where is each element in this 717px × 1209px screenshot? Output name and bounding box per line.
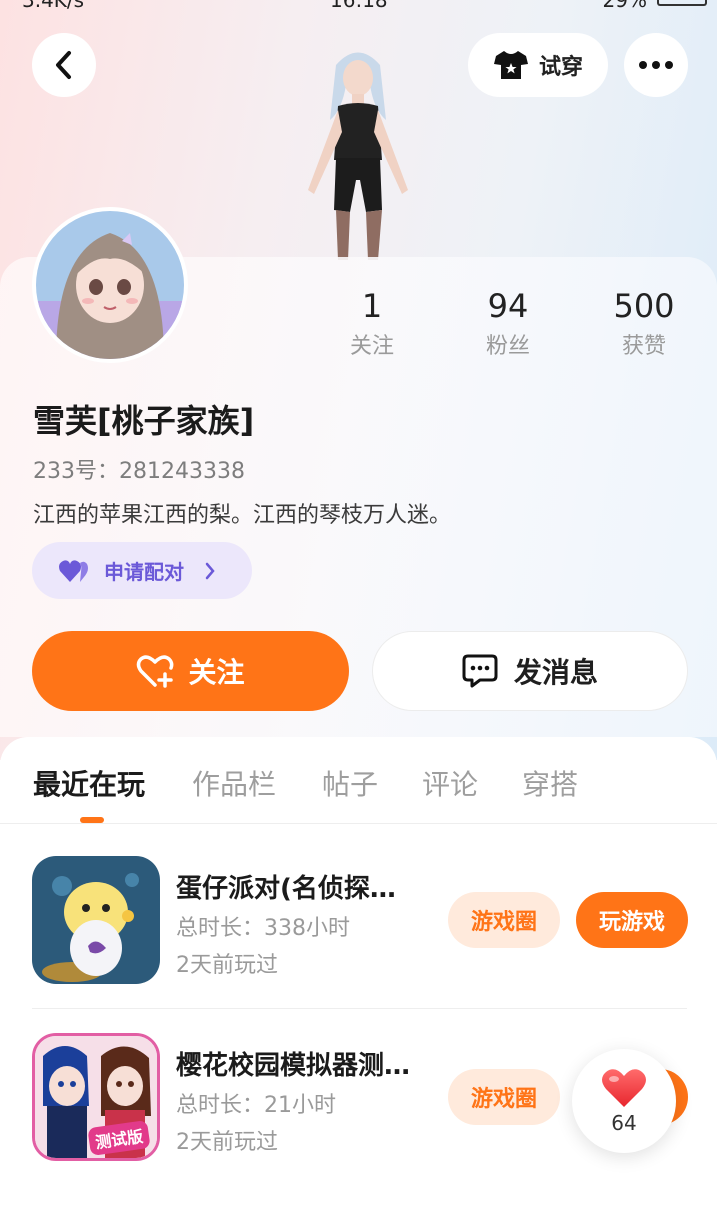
try-on-button[interactable]: 试穿 [468,33,608,97]
username: 雪芙[桃子家族] [33,402,255,440]
list-item[interactable]: 蛋仔派对(名侦探… 总时长：338小时 2天前玩过 游戏圈 玩游戏 [0,856,717,1032]
stat-value: 94 [487,287,529,325]
game-last-played: 2天前玩过 [176,1130,278,1155]
stat-label: 关注 [349,334,394,359]
game-last-played: 2天前玩过 [176,953,278,978]
stat-label: 获赞 [621,334,666,359]
tab-bar: 最近在玩 作品栏 帖子 评论 穿搭 [0,737,717,824]
avatar-image [36,211,184,359]
divider [32,1008,687,1009]
eggy-party-art [32,856,160,984]
status-bar: 3.4K/s 16:18 29% [0,0,717,14]
dressup-avatar-figure[interactable] [278,40,438,260]
more-button[interactable] [624,33,688,97]
follow-label: 关注 [188,656,245,689]
avatar[interactable] [32,207,188,363]
clock: 16:18 [330,0,388,12]
tab-posts[interactable]: 帖子 [322,763,378,803]
like-count: 64 [611,1111,637,1135]
game-circle-button[interactable]: 游戏圈 [448,892,560,948]
tab-works[interactable]: 作品栏 [192,763,276,803]
game-title: 蛋仔派对(名侦探… [176,874,396,904]
message-label: 发消息 [513,656,598,689]
stat-following[interactable]: 1 关注 [312,286,432,360]
play-game-button[interactable]: 玩游戏 [576,892,688,948]
tshirt-icon [493,51,528,79]
battery-percent: 29% [602,0,647,12]
chat-bubble-icon [462,654,498,688]
tab-indicator [80,817,104,823]
heart-plus-icon [137,655,174,688]
stat-label: 粉丝 [485,334,530,359]
try-on-label: 试穿 [538,55,583,80]
like-float-button[interactable]: 64 [572,1049,676,1153]
back-button[interactable] [32,33,96,97]
tab-comments[interactable]: 评论 [422,763,478,803]
user-id: 233号：281243338 [33,459,245,484]
pair-request-button[interactable]: 申请配对 [32,542,252,599]
game-duration: 总时长：338小时 [176,916,350,941]
stat-likes[interactable]: 500 获赞 [584,286,704,360]
double-heart-icon [59,559,88,582]
game-icon[interactable]: 测试版 [32,1033,160,1161]
game-duration: 总时长：21小时 [176,1093,336,1118]
battery-icon [657,0,707,6]
stat-followers[interactable]: 94 粉丝 [448,286,568,360]
bio: 江西的苹果江西的梨。江西的琴枝万人迷。 [33,503,452,528]
follow-button[interactable]: 关注 [32,631,349,711]
game-circle-button[interactable]: 游戏圈 [448,1069,560,1125]
game-icon[interactable] [32,856,160,984]
tab-outfits[interactable]: 穿搭 [522,763,578,803]
pair-label: 申请配对 [104,560,184,584]
network-speed: 3.4K/s [22,0,85,12]
more-dots-icon [639,61,673,69]
chevron-left-icon [56,51,71,79]
chevron-right-icon [205,562,215,579]
heart-icon [602,1069,646,1107]
message-button[interactable]: 发消息 [372,631,688,711]
stat-value: 1 [361,287,383,325]
tab-recent-played[interactable]: 最近在玩 [33,763,145,803]
game-title: 樱花校园模拟器测… [176,1051,411,1081]
stat-value: 500 [613,287,675,325]
